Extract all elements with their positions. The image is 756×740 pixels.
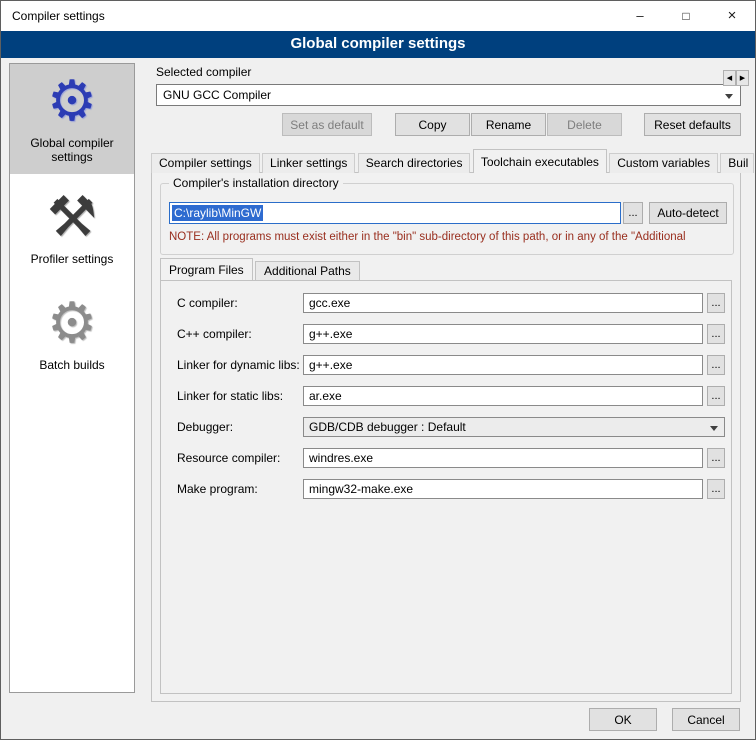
static-linker-input[interactable]: ar.exe	[303, 386, 703, 406]
sidebar-item-label: Global compiler settings	[12, 136, 132, 164]
dynamic-linker-label: Linker for dynamic libs:	[177, 358, 300, 372]
resource-compiler-browse-button[interactable]: ...	[707, 448, 725, 468]
reset-defaults-button[interactable]: Reset defaults	[644, 113, 741, 136]
cpp-compiler-input[interactable]: g++.exe	[303, 324, 703, 344]
sidebar-item-label: Profiler settings	[12, 252, 132, 266]
main-panel: Selected compiler GNU GCC Compiler Set a…	[146, 63, 749, 703]
make-program-browse-button[interactable]: ...	[707, 479, 725, 499]
rename-button[interactable]: Rename	[471, 113, 546, 136]
cpp-compiler-browse-button[interactable]: ...	[707, 324, 725, 344]
settings-sidebar: ⚙ Global compiler settings ⚒ Profiler se…	[9, 63, 135, 693]
settings-tabbar: Compiler settings Linker settings Search…	[151, 149, 754, 173]
installation-directory-value: C:\raylib\MinGW	[172, 205, 263, 221]
dynamic-linker-browse-button[interactable]: ...	[707, 355, 725, 375]
tab-build-options-truncated[interactable]: Buil	[720, 153, 754, 173]
form-row-dynamic-linker: Linker for dynamic libs: g++.exe ...	[161, 355, 731, 377]
maximize-icon[interactable]: □	[663, 1, 709, 31]
program-files-panel: C compiler: gcc.exe ... C++ compiler: g+…	[160, 280, 732, 694]
compiler-settings-window: Compiler settings – □ × Global compiler …	[0, 0, 756, 740]
titlebar: Compiler settings – □ ×	[1, 1, 755, 31]
batch-gears-icon: ⚙	[12, 292, 132, 354]
static-linker-label: Linker for static libs:	[177, 389, 283, 403]
minimize-icon[interactable]: –	[617, 1, 663, 31]
directory-browse-button[interactable]: ...	[623, 202, 643, 224]
tab-search-directories[interactable]: Search directories	[358, 153, 471, 173]
c-compiler-browse-button[interactable]: ...	[707, 293, 725, 313]
bin-subdirectory-note: NOTE: All programs must exist either in …	[169, 231, 725, 243]
static-linker-browse-button[interactable]: ...	[707, 386, 725, 406]
copy-button[interactable]: Copy	[395, 113, 470, 136]
dialog-header: Global compiler settings	[1, 31, 755, 58]
tab-program-files[interactable]: Program Files	[160, 258, 253, 280]
resource-compiler-label: Resource compiler:	[177, 451, 280, 465]
c-compiler-input[interactable]: gcc.exe	[303, 293, 703, 313]
installation-directory-group-title: Compiler's installation directory	[169, 176, 343, 190]
tab-scroll-left-icon[interactable]: ◀	[723, 70, 736, 86]
sidebar-item-global-compiler-settings[interactable]: ⚙ Global compiler settings	[10, 64, 134, 174]
selected-compiler-label: Selected compiler	[156, 65, 251, 79]
ok-button[interactable]: OK	[589, 708, 657, 731]
program-files-tabbar: Program Files Additional Paths	[160, 258, 360, 280]
dynamic-linker-input[interactable]: g++.exe	[303, 355, 703, 375]
make-program-input[interactable]: mingw32-make.exe	[303, 479, 703, 499]
c-compiler-label: C compiler:	[177, 296, 238, 310]
form-row-debugger: Debugger: GDB/CDB debugger : Default	[161, 417, 731, 439]
window-title: Compiler settings	[12, 9, 105, 23]
resource-compiler-input[interactable]: windres.exe	[303, 448, 703, 468]
installation-directory-input[interactable]: C:\raylib\MinGW	[169, 202, 621, 224]
set-as-default-button: Set as default	[282, 113, 372, 136]
tab-custom-variables[interactable]: Custom variables	[609, 153, 718, 173]
tab-additional-paths[interactable]: Additional Paths	[255, 261, 360, 280]
chevron-down-icon	[725, 94, 733, 99]
debugger-select[interactable]: GDB/CDB debugger : Default	[303, 417, 725, 437]
installation-directory-group: Compiler's installation directory C:\ray…	[160, 183, 734, 255]
form-row-c-compiler: C compiler: gcc.exe ...	[161, 293, 731, 315]
debugger-select-value: GDB/CDB debugger : Default	[309, 420, 466, 434]
cpp-compiler-label: C++ compiler:	[177, 327, 252, 341]
compiler-select-value: GNU GCC Compiler	[163, 88, 271, 102]
auto-detect-button[interactable]: Auto-detect	[649, 202, 727, 224]
tab-scroll-right-icon[interactable]: ▶	[736, 70, 749, 86]
sidebar-item-label: Batch builds	[12, 358, 132, 372]
chevron-down-icon	[710, 426, 718, 431]
delete-button: Delete	[547, 113, 622, 136]
sidebar-item-batch-builds[interactable]: ⚙ Batch builds	[10, 286, 134, 382]
cancel-button[interactable]: Cancel	[672, 708, 740, 731]
debugger-label: Debugger:	[177, 420, 233, 434]
profiler-tool-icon: ⚒	[12, 186, 132, 248]
sidebar-item-profiler-settings[interactable]: ⚒ Profiler settings	[10, 180, 134, 276]
form-row-static-linker: Linker for static libs: ar.exe ...	[161, 386, 731, 408]
toolchain-executables-panel: Compiler's installation directory C:\ray…	[151, 172, 741, 702]
make-program-label: Make program:	[177, 482, 258, 496]
tab-toolchain-executables[interactable]: Toolchain executables	[473, 149, 607, 173]
tab-linker-settings[interactable]: Linker settings	[262, 153, 355, 173]
form-row-make-program: Make program: mingw32-make.exe ...	[161, 479, 731, 501]
form-row-cpp-compiler: C++ compiler: g++.exe ...	[161, 324, 731, 346]
compiler-select[interactable]: GNU GCC Compiler	[156, 84, 741, 106]
gear-icon: ⚙	[12, 70, 132, 132]
tab-compiler-settings[interactable]: Compiler settings	[151, 153, 260, 173]
form-row-resource-compiler: Resource compiler: windres.exe ...	[161, 448, 731, 470]
close-icon[interactable]: ×	[709, 1, 755, 31]
